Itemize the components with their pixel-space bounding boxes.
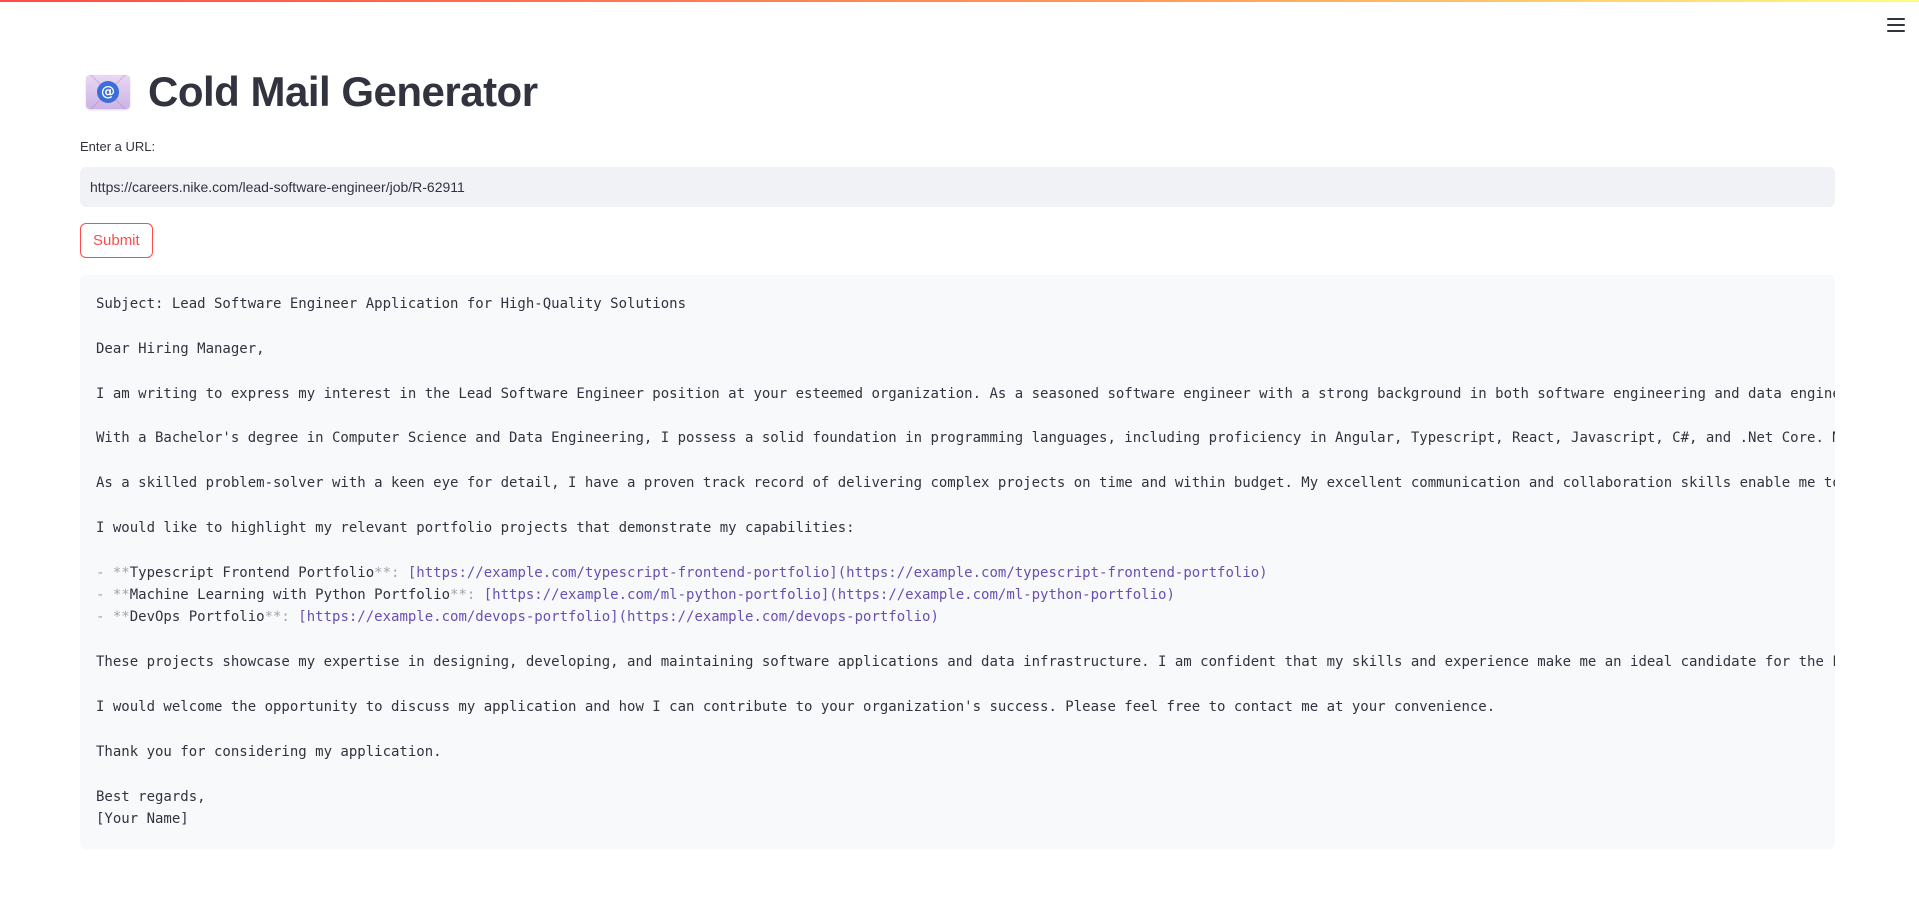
email-paragraph-5: These projects showcase my expertise in … xyxy=(96,654,1835,671)
portfolio-item: - **Machine Learning with Python Portfol… xyxy=(96,584,1819,606)
hamburger-line xyxy=(1887,24,1905,26)
portfolio-item: - **Typescript Frontend Portfolio**: [ht… xyxy=(96,562,1819,584)
markdown-separator: **: xyxy=(264,609,299,626)
email-greeting: Dear Hiring Manager, xyxy=(96,340,265,357)
hamburger-line xyxy=(1887,18,1905,20)
hamburger-menu-icon[interactable] xyxy=(1887,18,1905,32)
portfolio-item: - **DevOps Portfolio**: [https://example… xyxy=(96,606,1819,628)
email-closing: Best regards, xyxy=(96,788,206,805)
portfolio-link[interactable]: [https://example.com/ml-python-portfolio… xyxy=(484,587,1175,603)
email-signature: [Your Name] xyxy=(96,810,189,827)
email-subject: Subject: Lead Software Engineer Applicat… xyxy=(96,296,687,312)
email-paragraph-1: I am writing to express my interest in t… xyxy=(96,385,1835,402)
generated-email-code-block: Subject: Lead Software Engineer Applicat… xyxy=(80,275,1835,849)
markdown-bullet: - ** xyxy=(96,564,130,581)
portfolio-name: Typescript Frontend Portfolio xyxy=(129,564,375,581)
portfolio-link[interactable]: [https://example.com/typescript-frontend… xyxy=(408,565,1268,581)
portfolio-name: DevOps Portfolio xyxy=(129,609,265,626)
portfolio-name: Machine Learning with Python Portfolio xyxy=(129,587,451,604)
markdown-separator: **: xyxy=(450,587,484,604)
hamburger-line xyxy=(1887,30,1905,32)
email-paragraph-6: I would welcome the opportunity to discu… xyxy=(96,699,1496,716)
url-label: Enter a URL: xyxy=(80,139,156,154)
markdown-bullet: - ** xyxy=(96,609,130,626)
markdown-bullet: - ** xyxy=(96,587,130,604)
page-header: @ Cold Mail Generator xyxy=(86,66,538,118)
email-paragraph-7: Thank you for considering my application… xyxy=(96,743,442,760)
markdown-separator: **: xyxy=(374,564,408,581)
top-decoration-bar xyxy=(0,0,1919,2)
submit-button[interactable]: Submit xyxy=(80,223,153,258)
envelope-with-at-icon: @ xyxy=(86,75,130,109)
email-paragraph-4: I would like to highlight my relevant po… xyxy=(96,519,855,536)
url-input[interactable] xyxy=(80,167,1835,207)
email-paragraph-2: With a Bachelor's degree in Computer Sci… xyxy=(96,430,1835,447)
page-title: Cold Mail Generator xyxy=(148,68,538,115)
at-sign-icon: @ xyxy=(97,81,119,103)
email-paragraph-3: As a skilled problem-solver with a keen … xyxy=(96,475,1835,492)
portfolio-link[interactable]: [https://example.com/devops-portfolio](h… xyxy=(298,609,939,625)
